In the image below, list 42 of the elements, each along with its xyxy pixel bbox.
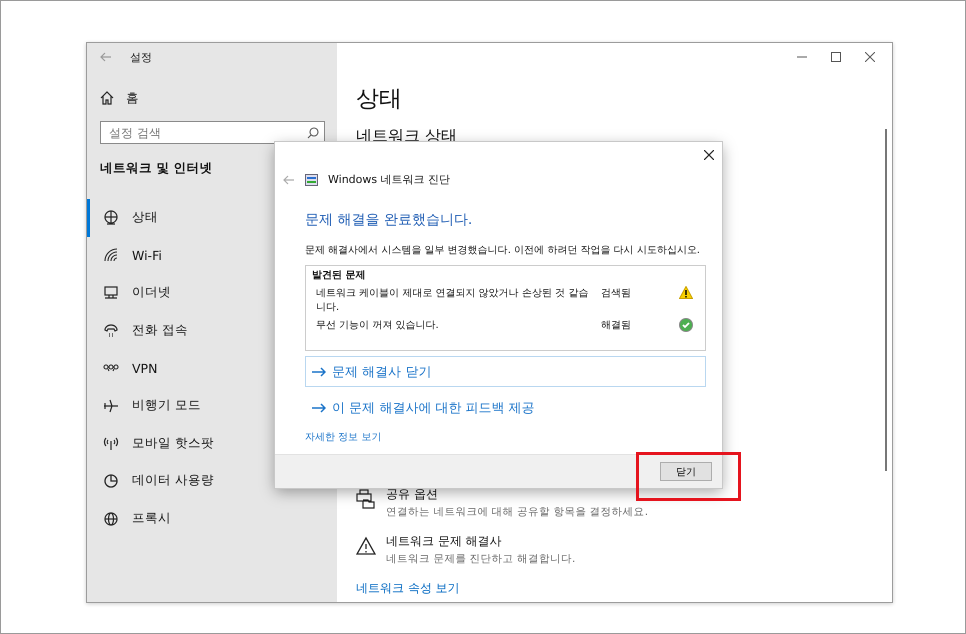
action-link[interactable]: 문제 해결사 닫기 — [305, 356, 706, 387]
close-icon[interactable] — [865, 52, 875, 62]
details-link[interactable]: 자세한 정보 보기 — [305, 430, 382, 444]
action-link[interactable]: 이 문제 해결사에 대한 피드백 제공 — [305, 392, 706, 423]
warning-icon — [679, 286, 693, 299]
nav-item[interactable]: 프록시 — [87, 500, 337, 538]
monitor-icon — [103, 284, 119, 301]
problems-header: 발견된 문제 — [312, 269, 366, 282]
problem-status: 검색됨 — [601, 287, 632, 300]
problem-text: 네트워크 케이블이 제대로 연결되지 않았거나 손상된 것 같습니다. — [316, 287, 590, 314]
option-link[interactable]: 네트워크 문제 해결사 네트워크 문제를 진단하고 해결합니다. — [386, 533, 576, 566]
section-title: 네트워크 및 인터넷 — [100, 160, 214, 177]
problem-status: 해결됨 — [601, 319, 632, 332]
network-diagnostics-icon — [305, 174, 318, 186]
globe-icon — [103, 510, 119, 527]
nav-item[interactable]: 데이터 사용량 — [87, 462, 337, 500]
home-link[interactable]: 홈 — [100, 87, 337, 109]
dialog-message: 문제 해결사에서 시스템을 일부 변경했습니다. 이전에 하려던 작업을 다시 시도하십시오. — [305, 244, 701, 257]
phone-icon — [103, 322, 119, 339]
globe-icon — [103, 210, 119, 226]
check-icon — [679, 318, 693, 332]
pie-chart-icon — [103, 472, 119, 489]
page-title: 상태 — [356, 85, 403, 114]
dialog-title: Windows 네트워크 진단 — [328, 172, 450, 187]
airplane-icon — [103, 398, 119, 414]
search-icon — [307, 127, 319, 139]
wifi-icon — [103, 247, 119, 264]
scrollbar[interactable] — [885, 129, 887, 471]
close-icon[interactable] — [704, 150, 714, 160]
home-icon — [100, 91, 114, 105]
antenna-icon — [103, 435, 119, 452]
warning-icon — [356, 536, 376, 556]
option-link[interactable]: 공유 옵션 연결하는 네트워크에 대해 공유할 항목을 결정하세요. — [386, 486, 648, 519]
arrow-icon — [312, 366, 326, 376]
problem-text: 무선 기능이 꺼져 있습니다. — [316, 319, 440, 332]
search-field[interactable]: 설정 검색 — [100, 121, 325, 144]
printer-folder-icon — [356, 489, 376, 509]
maximize-icon[interactable] — [831, 52, 841, 62]
arrow-icon — [312, 402, 326, 412]
close-button[interactable]: 닫기 — [660, 462, 712, 481]
properties-link[interactable]: 네트워크 속성 보기 — [356, 580, 885, 597]
window-title: 설정 — [130, 50, 152, 64]
